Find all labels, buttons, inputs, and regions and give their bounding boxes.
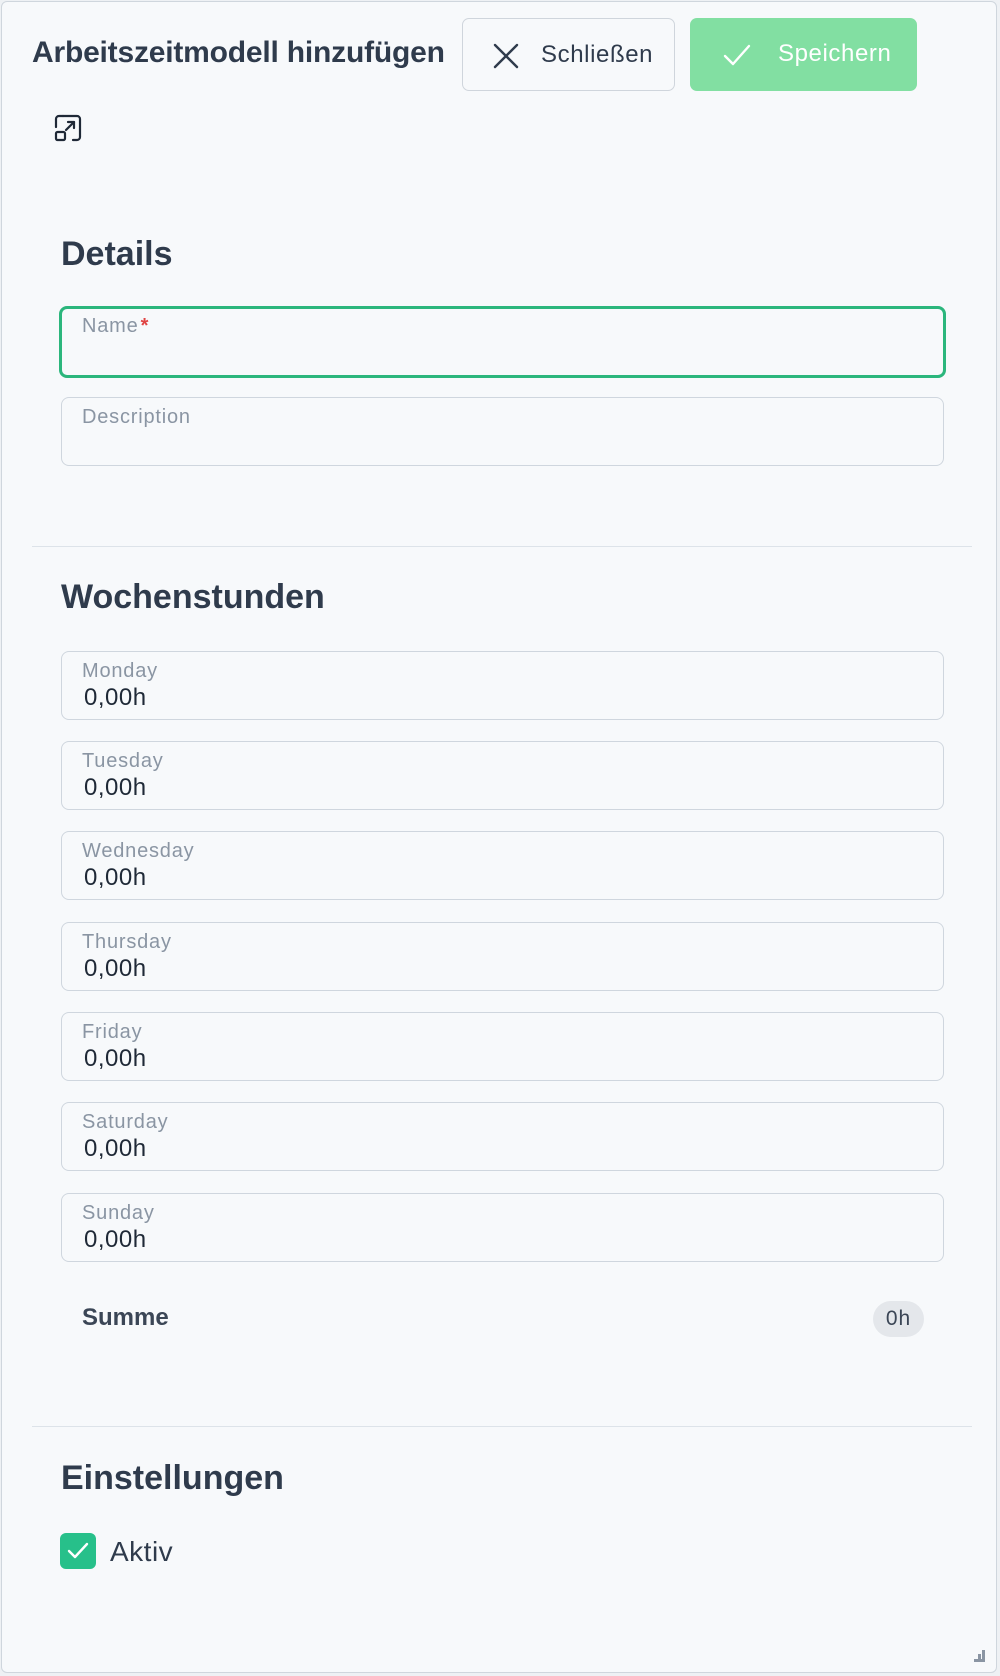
day-field-label: Friday — [82, 1021, 143, 1043]
day-field-value: 0,00h — [84, 955, 147, 982]
expand-icon[interactable] — [52, 112, 84, 144]
day-field-label: Thursday — [82, 931, 172, 953]
section-divider — [32, 1426, 972, 1427]
description-field[interactable]: Description — [61, 397, 944, 466]
dialog-panel: Arbeitszeitmodell hinzufügen Schließen S… — [1, 1, 997, 1673]
day-field-tuesday[interactable]: Tuesday 0,00h — [61, 741, 944, 810]
description-field-label: Description — [82, 406, 191, 428]
day-field-label: Sunday — [82, 1202, 155, 1224]
name-field[interactable]: Name * — [59, 306, 946, 378]
day-field-wednesday[interactable]: Wednesday 0,00h — [61, 831, 944, 900]
day-field-value: 0,00h — [84, 774, 147, 801]
sum-label: Summe — [82, 1304, 169, 1331]
check-icon — [723, 44, 751, 66]
details-heading: Details — [61, 235, 173, 273]
checkmark-icon — [67, 1542, 89, 1559]
close-button[interactable]: Schließen — [462, 18, 675, 91]
day-field-label: Wednesday — [82, 840, 195, 862]
resize-grip-icon[interactable] — [972, 1648, 988, 1664]
day-field-value: 0,00h — [84, 864, 147, 891]
day-field-value: 0,00h — [84, 1226, 147, 1253]
save-button[interactable]: Speichern — [690, 18, 917, 91]
save-button-label: Speichern — [778, 40, 892, 67]
day-field-thursday[interactable]: Thursday 0,00h — [61, 922, 944, 991]
active-checkbox-label: Aktiv — [110, 1536, 174, 1567]
day-field-value: 0,00h — [84, 1135, 147, 1162]
name-field-label: Name * — [82, 315, 150, 337]
day-field-sunday[interactable]: Sunday 0,00h — [61, 1193, 944, 1262]
day-field-monday[interactable]: Monday 0,00h — [61, 651, 944, 720]
day-field-value: 0,00h — [84, 684, 147, 711]
day-field-label: Monday — [82, 660, 158, 682]
weekly-hours-heading: Wochenstunden — [61, 578, 325, 616]
sum-badge: 0h — [873, 1301, 924, 1337]
day-field-value: 0,00h — [84, 1045, 147, 1072]
x-icon — [493, 43, 519, 69]
required-mark: * — [140, 315, 150, 337]
dialog-title: Arbeitszeitmodell hinzufügen — [32, 36, 445, 69]
day-field-friday[interactable]: Friday 0,00h — [61, 1012, 944, 1081]
section-divider — [32, 546, 972, 547]
settings-heading: Einstellungen — [61, 1459, 284, 1497]
active-checkbox[interactable] — [60, 1533, 96, 1569]
day-field-label: Tuesday — [82, 750, 164, 772]
day-field-label: Saturday — [82, 1111, 169, 1133]
close-button-label: Schließen — [541, 41, 654, 68]
day-field-saturday[interactable]: Saturday 0,00h — [61, 1102, 944, 1171]
